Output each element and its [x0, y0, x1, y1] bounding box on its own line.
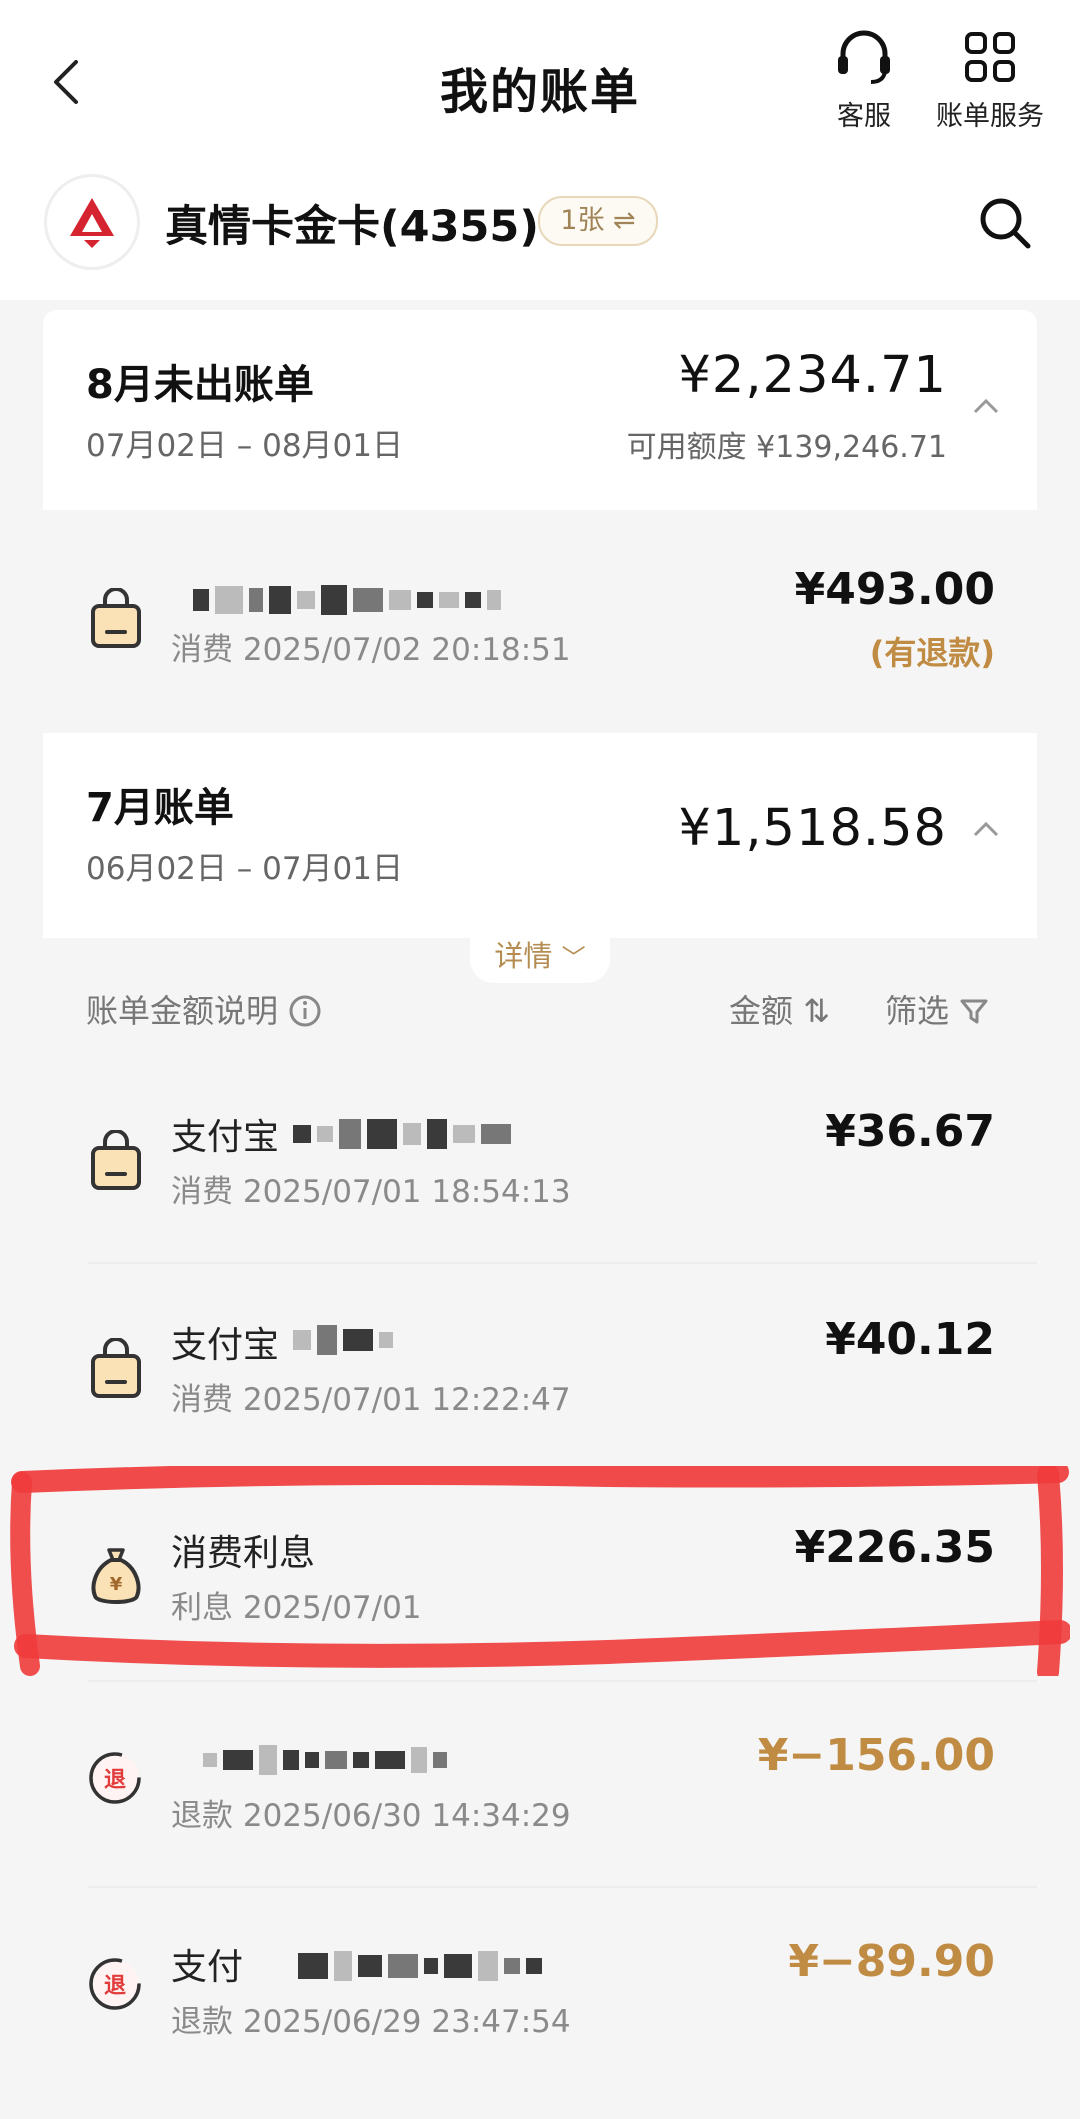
bill-service-label: 账单服务	[936, 101, 1044, 132]
transaction-title: 支付宝	[171, 1117, 280, 1158]
svg-text:¥: ¥	[110, 1574, 123, 1595]
transaction-amount: ¥−156.00	[757, 1730, 995, 1781]
bank-logo	[44, 174, 140, 270]
transaction-amount: ¥226.35	[794, 1522, 995, 1573]
info-icon	[289, 995, 321, 1027]
money-bag-icon: ¥	[91, 1548, 141, 1604]
headset-icon	[838, 30, 890, 84]
interest-row[interactable]: ¥ 消费利息 利息 2025/07/01 ¥226.35	[43, 1478, 1037, 1683]
july-bill-panel[interactable]: 7月账单 06月02日 – 07月01日 ¥1,518.58	[43, 733, 1037, 938]
transaction-row[interactable]: 支付宝 消费 2025/07/01 18:54:13 ¥36.67	[43, 1062, 1037, 1267]
grid-icon	[965, 32, 1015, 82]
bill-amount-explanation[interactable]: 账单金额说明	[86, 986, 322, 1032]
transaction-amount: ¥−89.90	[788, 1936, 995, 1987]
transaction-subtitle: 退款 2025/06/29 23:47:54	[171, 2004, 571, 2040]
explain-label: 账单金额说明	[86, 992, 279, 1030]
sort-label: 金额	[729, 992, 794, 1030]
card-name[interactable]: 真情卡金卡(4355)	[165, 192, 539, 254]
search-icon[interactable]	[978, 196, 1032, 250]
row-divider	[88, 1680, 1037, 1682]
transaction-title: 支付	[171, 1947, 244, 1988]
transaction-row[interactable]: 支付宝 消费 2025/07/01 12:22:47 ¥40.12	[43, 1270, 1037, 1475]
details-label: 详情	[494, 939, 553, 973]
august-bill-range: 07月02日 – 08月01日	[86, 428, 403, 464]
transaction-subtitle: 消费 2025/07/01 12:22:47	[171, 1382, 571, 1418]
filter-label: 筛选	[885, 992, 950, 1030]
refund-badge-text: 退	[104, 1974, 126, 1999]
sort-icon: ⇅	[803, 992, 830, 1030]
bill-service-button[interactable]: 账单服务	[925, 30, 1055, 133]
masked-merchant-name	[203, 1742, 447, 1778]
collapse-icon[interactable]	[973, 821, 999, 837]
refund-badge-text: 退	[104, 1768, 126, 1793]
july-bill-title: 7月账单	[86, 785, 234, 831]
refund-row[interactable]: 退 退款 2025/06/30 14:34:29 ¥−156.00	[43, 1686, 1037, 1891]
july-bill-amount: ¥1,518.58	[678, 799, 947, 858]
customer-service-label: 客服	[837, 101, 891, 132]
card-selector-bar: 真情卡金卡(4355) 1张 ⇌	[0, 160, 1080, 300]
card-count-chip[interactable]: 1张 ⇌	[538, 196, 658, 246]
transaction-subtitle: 消费 2025/07/02 20:18:51	[171, 632, 571, 668]
transaction-title: 支付宝	[171, 1325, 280, 1366]
masked-merchant-name	[298, 1948, 542, 1984]
transaction-subtitle: 利息 2025/07/01	[171, 1590, 422, 1626]
masked-merchant-name	[193, 582, 501, 618]
shopping-bag-icon	[91, 1338, 141, 1398]
sort-by-amount[interactable]: 金额 ⇅	[729, 986, 830, 1032]
transaction-amount: ¥40.12	[825, 1314, 995, 1365]
transaction-row[interactable]: 消费 2025/07/02 20:18:51 ¥493.00 (有退款)	[43, 520, 1037, 725]
available-credit: 可用额度 ¥139,246.71	[626, 430, 947, 465]
august-bill-title: 8月未出账单	[86, 362, 314, 408]
transaction-amount: ¥493.00	[794, 564, 995, 615]
shopping-bag-icon	[91, 588, 141, 648]
transaction-subtitle: 消费 2025/07/01 18:54:13	[171, 1174, 571, 1210]
customer-service-button[interactable]: 客服	[822, 30, 906, 133]
refund-note: (有退款)	[869, 634, 995, 672]
chevron-down-icon: ﹀	[561, 944, 586, 972]
refund-row[interactable]: 退 支付 退款 2025/06/29 23:47:54 ¥−89.90	[43, 1892, 1037, 2097]
page-title: 我的账单	[439, 64, 640, 120]
masked-merchant-name	[293, 1116, 511, 1152]
masked-merchant-name	[293, 1322, 393, 1358]
august-bill-amount: ¥2,234.71	[678, 346, 947, 405]
top-bar: 我的账单 客服 账单服务	[0, 0, 1080, 160]
collapse-icon[interactable]	[973, 398, 999, 414]
july-bill-range: 06月02日 – 07月01日	[86, 851, 403, 887]
august-bill-panel[interactable]: 8月未出账单 07月02日 – 08月01日 ¥2,234.71 可用额度 ¥1…	[43, 310, 1037, 510]
filter-button[interactable]: 筛选	[885, 986, 989, 1032]
row-divider	[88, 1262, 1037, 1264]
row-divider	[88, 1886, 1037, 1888]
transaction-amount: ¥36.67	[825, 1106, 995, 1157]
details-toggle[interactable]: 详情 ﹀	[470, 933, 610, 983]
filter-icon	[960, 999, 988, 1024]
refund-icon: 退	[89, 1752, 141, 1804]
refund-icon: 退	[89, 1958, 141, 2010]
transaction-subtitle: 退款 2025/06/30 14:34:29	[171, 1798, 571, 1834]
shopping-bag-icon	[91, 1130, 141, 1190]
transaction-title: 消费利息	[171, 1533, 316, 1574]
